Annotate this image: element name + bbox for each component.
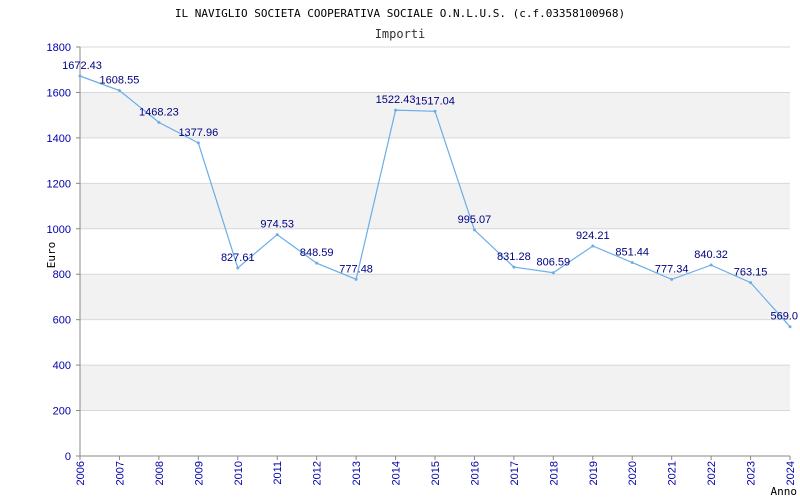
data-point [78, 74, 82, 78]
data-label: 848.59 [300, 247, 334, 259]
data-point [788, 325, 792, 329]
x-tick-label: 2009 [193, 461, 205, 485]
data-point [630, 261, 634, 265]
x-tick-label: 2018 [548, 461, 560, 485]
data-point [157, 120, 161, 124]
y-tick-label: 0 [65, 451, 71, 463]
data-point [433, 109, 437, 113]
data-label: 777.34 [655, 263, 689, 275]
y-tick-label: 1400 [47, 133, 71, 145]
data-label: 1608.55 [100, 75, 140, 87]
line-chart: 020040060080010001200140016001800 2006 20… [45, 7, 798, 498]
data-label: 831.28 [497, 251, 531, 263]
chart-subtitle: Importi [375, 27, 426, 41]
data-label: 777.48 [339, 263, 373, 275]
data-point [472, 228, 476, 232]
y-tick-label: 1600 [47, 87, 71, 99]
x-tick-label: 2006 [75, 461, 87, 485]
y-tick-label: 800 [53, 269, 71, 281]
y-tick-label: 400 [53, 360, 71, 372]
x-tick-label: 2021 [667, 461, 679, 485]
data-label: 974.53 [260, 219, 294, 231]
plot-band [80, 183, 790, 229]
data-point [117, 89, 121, 93]
plot-band [80, 365, 790, 411]
data-label: 1377.96 [178, 127, 218, 139]
x-tick-labels: 2006 2007 2008 2009 2010 2011 2012 2013 2014 2015… [75, 461, 797, 485]
data-label: 569.0 [770, 311, 798, 323]
data-point [591, 244, 595, 248]
y-tick-label: 1800 [47, 42, 71, 54]
x-tick-label: 2024 [785, 461, 797, 485]
data-label: 851.44 [615, 247, 649, 259]
chart-title: IL NAVIGLIO SOCIETA COOPERATIVA SOCIALE … [175, 7, 625, 20]
data-label: 1468.23 [139, 106, 179, 118]
data-label: 1672.43 [62, 60, 102, 72]
data-point [670, 277, 674, 281]
data-point [749, 281, 753, 285]
x-tick-label: 2017 [509, 461, 521, 485]
x-tick-label: 2013 [351, 461, 363, 485]
x-tick-label: 2008 [154, 461, 166, 485]
y-tick-label: 1000 [47, 224, 71, 236]
x-tick-label: 2011 [272, 461, 284, 485]
x-tick-label: 2022 [706, 461, 718, 485]
x-tick-label: 2016 [469, 461, 481, 485]
data-label: 1517.04 [415, 95, 455, 107]
data-point [275, 233, 279, 237]
x-tick-label: 2010 [233, 461, 245, 485]
data-label: 763.15 [734, 267, 768, 279]
x-tick-label: 2012 [312, 461, 324, 485]
x-tick-label: 2014 [391, 461, 403, 485]
plot-bands [80, 92, 790, 411]
data-label: 840.32 [694, 249, 728, 261]
data-point [196, 141, 200, 145]
x-tick-label: 2020 [627, 461, 639, 485]
x-tick-label: 2019 [588, 461, 600, 485]
data-point [236, 266, 240, 270]
plot-band [80, 274, 790, 320]
data-label: 806.59 [537, 257, 571, 269]
y-axis-label: Euro [45, 242, 58, 269]
y-tick-label: 200 [53, 406, 71, 418]
data-label: 995.07 [458, 214, 492, 226]
data-point [709, 263, 713, 267]
data-point [354, 277, 358, 281]
x-tick-label: 2023 [746, 461, 758, 485]
data-point [551, 271, 555, 275]
data-label: 924.21 [576, 230, 610, 242]
y-tick-label: 1200 [47, 178, 71, 190]
data-point [394, 108, 398, 112]
x-tick-label: 2015 [430, 461, 442, 485]
data-label: 827.61 [221, 252, 255, 264]
x-tick-label: 2007 [114, 461, 126, 485]
data-point [315, 261, 319, 265]
y-tick-label: 600 [53, 315, 71, 327]
data-label: 1522.43 [376, 94, 416, 106]
data-point [512, 265, 516, 269]
x-axis-label: Anno [771, 485, 798, 498]
